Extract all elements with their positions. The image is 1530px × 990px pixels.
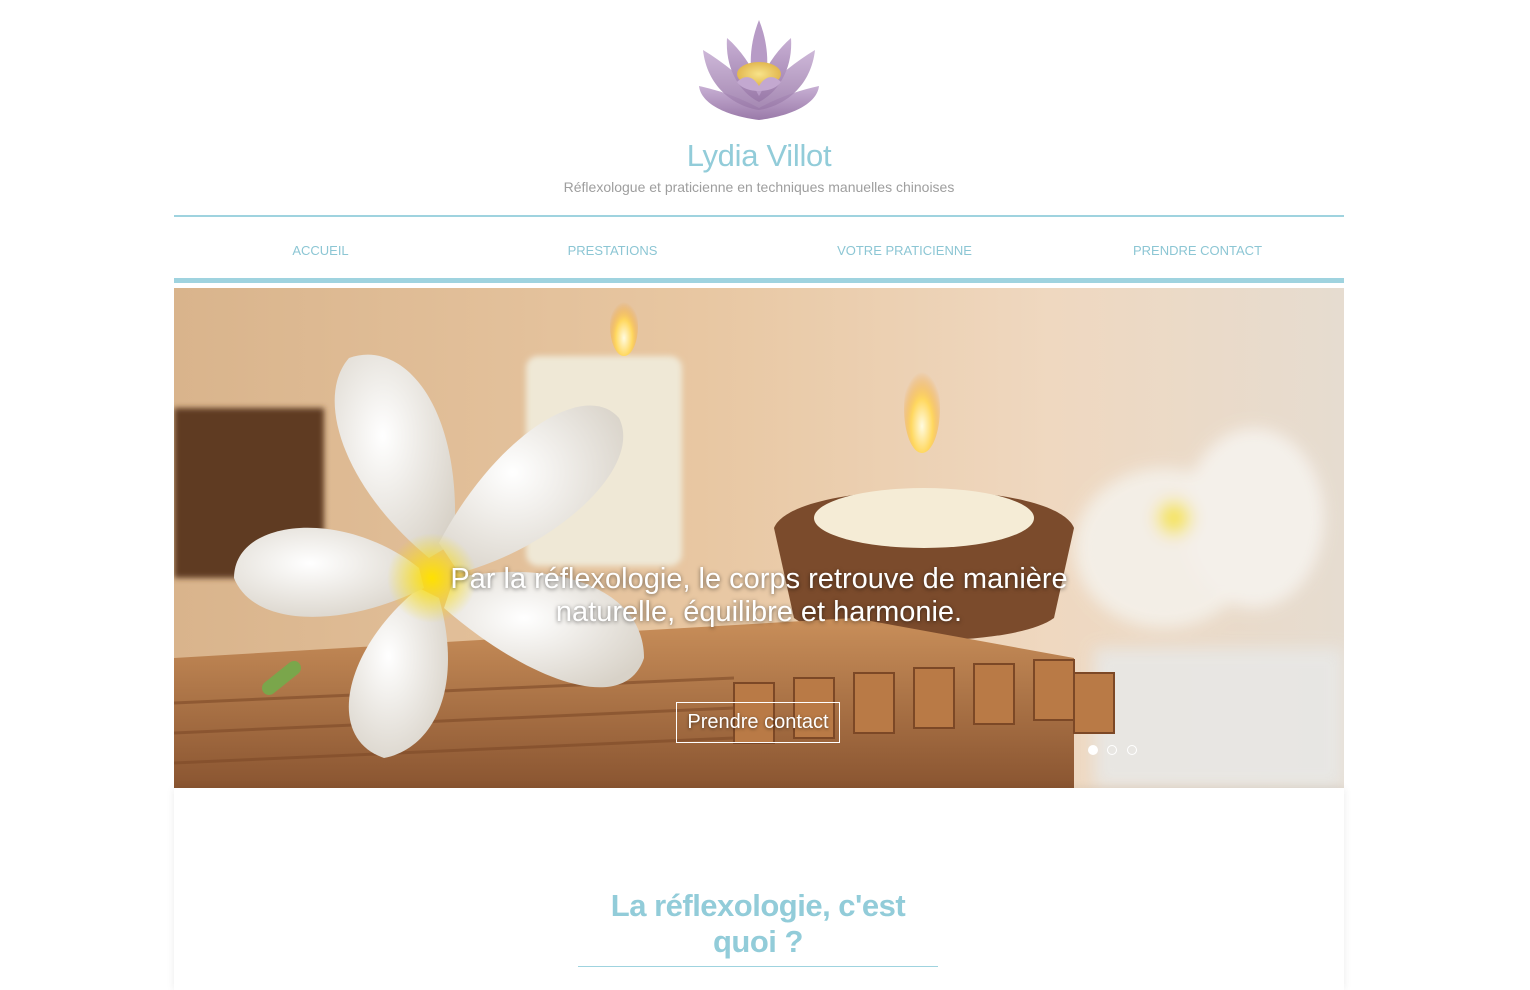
nav-item-prendre-contact[interactable]: PRENDRE CONTACT [1051,243,1344,258]
slider-dot-1[interactable] [1088,745,1098,755]
nav-item-prestations[interactable]: PRESTATIONS [466,243,759,258]
slider-pagination [1088,742,1142,755]
main-navigation: ACCUEIL PRESTATIONS VOTRE PRATICIENNE PR… [174,215,1344,283]
slide-caption-line-2: naturelle, équilibre et harmonie. [555,596,963,628]
content-section: La réflexologie, c'est quoi ? [174,788,1344,990]
lotus-logo-icon[interactable] [697,16,821,126]
slider-dot-3[interactable] [1126,745,1137,755]
slider-dot-2[interactable] [1107,745,1118,755]
hero-slider[interactable]: Par la réflexologie, le corps retrouve d… [174,288,1344,788]
site-tagline: Réflexologue et praticienne en technique… [563,179,955,195]
page: Lydia Villot Réflexologue et praticienne… [0,0,1530,990]
slide-caption: Par la réflexologie, le corps retrouve d… [174,563,1344,629]
section-title: La réflexologie, c'est quoi ? [578,888,938,967]
site-title[interactable]: Lydia Villot [0,138,1518,174]
slide-caption-line-1: Par la réflexologie, le corps retrouve d… [450,563,1068,595]
prendre-contact-button[interactable]: Prendre contact [676,702,840,743]
nav-item-votre-praticienne[interactable]: VOTRE PRATICIENNE [758,243,1051,258]
nav-item-accueil[interactable]: ACCUEIL [174,243,467,258]
